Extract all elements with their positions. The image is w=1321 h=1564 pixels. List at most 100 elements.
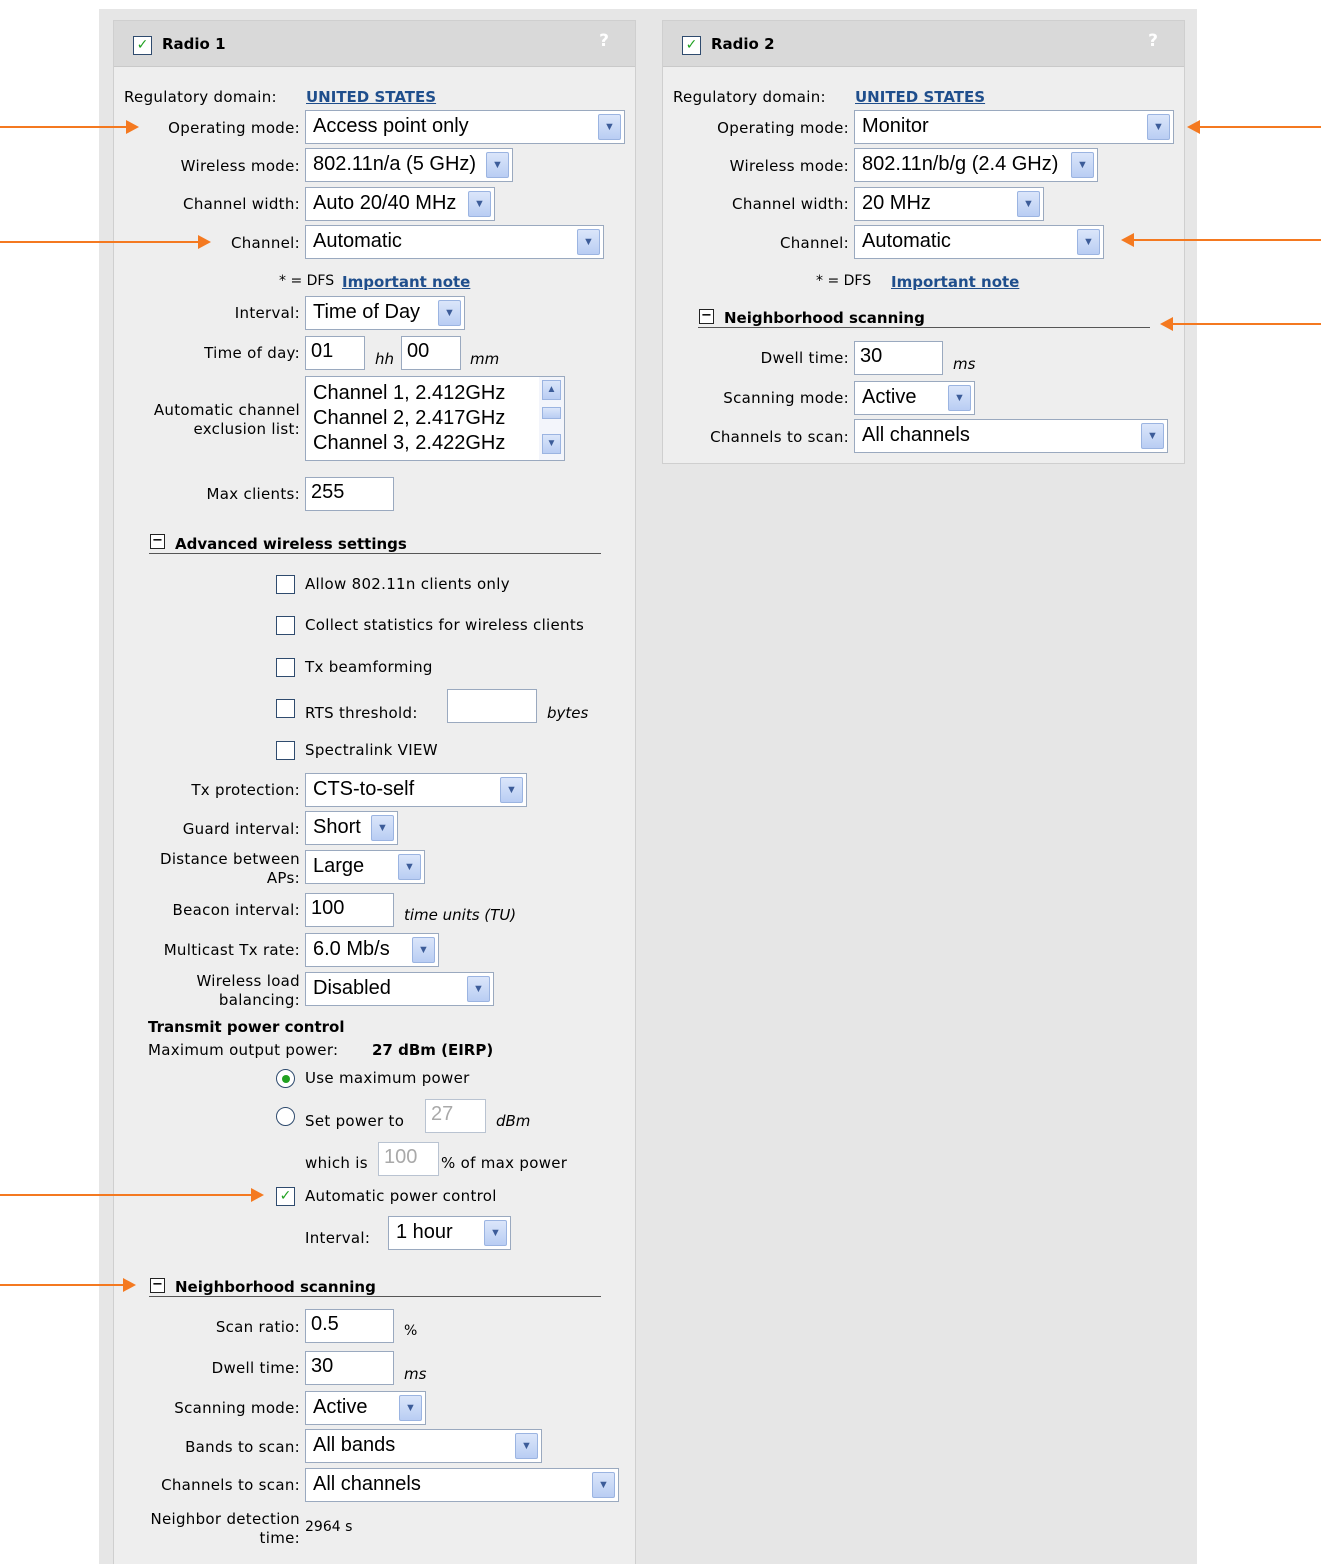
power-interval-select[interactable]: 1 hour ▼: [388, 1216, 511, 1250]
time-minute-input[interactable]: 00: [401, 336, 461, 370]
multicast-rate-select[interactable]: 6.0 Mb/s ▼: [305, 933, 439, 967]
interval-label: Interval:: [234, 304, 300, 322]
set-power-radio[interactable]: [276, 1107, 295, 1126]
channel-width-select[interactable]: 20 MHz ▼: [854, 187, 1044, 221]
guard-interval-select[interactable]: Short ▼: [305, 811, 398, 845]
scan-ratio-input[interactable]: 0.5: [305, 1309, 394, 1343]
annotation-arrowhead: [198, 235, 211, 249]
power-interval-label: Interval:: [305, 1229, 371, 1247]
chevron-down-icon: ▼: [412, 937, 435, 963]
wireless-mode-select[interactable]: 802.11n/a (5 GHz) ▼: [305, 148, 513, 182]
channel-select[interactable]: Automatic ▼: [305, 225, 604, 259]
rts-threshold-checkbox[interactable]: [276, 699, 295, 718]
scanning-mode-select[interactable]: Active ▼: [305, 1391, 426, 1425]
annotation-arrow: [1133, 239, 1321, 241]
scan-ratio-label: Scan ratio:: [215, 1318, 300, 1336]
beacon-interval-input[interactable]: 100: [305, 893, 394, 927]
max-clients-input[interactable]: 255: [305, 477, 394, 511]
list-item[interactable]: Channel 2, 2.417GHz: [313, 406, 505, 431]
channel-label: Channel:: [230, 234, 300, 252]
scroll-thumb[interactable]: [542, 407, 561, 419]
set-power-input[interactable]: 27: [425, 1099, 486, 1133]
dwell-time-input[interactable]: 30: [854, 341, 943, 375]
scroll-down-icon[interactable]: ▼: [542, 434, 561, 454]
channels-to-scan-select[interactable]: All channels ▼: [854, 419, 1168, 453]
neighborhood-scanning-header[interactable]: Neighborhood scanning: [724, 309, 925, 327]
dbm-unit: dBm: [496, 1112, 531, 1130]
chevron-down-icon: ▼: [468, 191, 491, 217]
allow-n-only-checkbox[interactable]: [276, 575, 295, 594]
collect-stats-label: Collect statistics for wireless clients: [305, 616, 585, 634]
channel-width-select[interactable]: Auto 20/40 MHz ▼: [305, 187, 495, 221]
dwell-time-label: Dwell time:: [211, 1359, 300, 1377]
scanning-mode-value: Active: [313, 1396, 368, 1418]
annotation-arrowhead: [126, 120, 139, 134]
rts-threshold-input[interactable]: [447, 689, 537, 723]
collapse-icon[interactable]: −: [150, 1278, 165, 1293]
operating-mode-value: Monitor: [862, 115, 929, 137]
chevron-down-icon: ▼: [1077, 229, 1100, 255]
use-max-power-radio[interactable]: [276, 1069, 295, 1088]
channel-label: Channel:: [779, 234, 849, 252]
collapse-icon[interactable]: −: [699, 309, 714, 324]
operating-mode-select[interactable]: Access point only ▼: [305, 110, 625, 144]
channels-to-scan-select[interactable]: All channels ▼: [305, 1468, 619, 1502]
collapse-icon[interactable]: −: [150, 534, 165, 549]
wireless-mode-value: 802.11n/b/g (2.4 GHz): [862, 153, 1059, 175]
radio2-panel: ✓ Radio 2 ? Regulatory domain: UNITED ST…: [662, 20, 1185, 464]
annotation-arrow: [0, 241, 199, 243]
chevron-down-icon: ▼: [398, 854, 421, 880]
chevron-down-icon: ▼: [438, 300, 461, 326]
list-item[interactable]: Channel 3, 2.422GHz: [313, 431, 505, 456]
radio2-enable-checkbox[interactable]: ✓: [682, 36, 701, 55]
interval-select[interactable]: Time of Day ▼: [305, 296, 465, 330]
auto-power-checkbox[interactable]: ✓: [276, 1187, 295, 1206]
max-output-value: 27 dBm (EIRP): [372, 1041, 494, 1059]
tx-beamforming-checkbox[interactable]: [276, 658, 295, 677]
mm-unit: mm: [470, 350, 500, 368]
channels-to-scan-value: All channels: [313, 1473, 421, 1495]
annotation-arrow: [0, 1194, 252, 1196]
multicast-rate-value: 6.0 Mb/s: [313, 938, 390, 960]
dwell-time-input[interactable]: 30: [305, 1351, 394, 1385]
time-hour-input[interactable]: 01: [305, 336, 365, 370]
collect-stats-checkbox[interactable]: [276, 616, 295, 635]
wireless-mode-select[interactable]: 802.11n/b/g (2.4 GHz) ▼: [854, 148, 1098, 182]
power-percent-input[interactable]: 100: [378, 1142, 439, 1176]
operating-mode-value: Access point only: [313, 115, 469, 137]
channel-value: Automatic: [313, 230, 402, 252]
channel-select[interactable]: Automatic ▼: [854, 225, 1104, 259]
dfs-important-note-link[interactable]: Important note: [891, 273, 1019, 291]
operating-mode-select[interactable]: Monitor ▼: [854, 110, 1174, 144]
rts-threshold-label: RTS threshold:: [305, 704, 418, 722]
neighborhood-scanning-header[interactable]: Neighborhood scanning: [175, 1278, 376, 1296]
bands-to-scan-select[interactable]: All bands ▼: [305, 1429, 542, 1463]
annotation-arrow: [0, 126, 127, 128]
listbox-scrollbar[interactable]: ▲ ▼: [539, 377, 564, 460]
interval-value: Time of Day: [313, 301, 421, 323]
power-interval-value: 1 hour: [396, 1221, 453, 1243]
tx-protection-select[interactable]: CTS-to-self ▼: [305, 773, 527, 807]
advanced-settings-header[interactable]: Advanced wireless settings: [175, 535, 407, 553]
scan-ratio-unit: %: [404, 1323, 418, 1339]
help-icon[interactable]: ?: [599, 31, 609, 51]
help-icon[interactable]: ?: [1148, 31, 1158, 51]
scroll-up-icon[interactable]: ▲: [542, 380, 561, 400]
channel-exclusion-listbox[interactable]: Channel 1, 2.412GHz Channel 2, 2.417GHz …: [305, 376, 565, 461]
distance-select[interactable]: Large ▼: [305, 850, 425, 884]
dwell-time-label: Dwell time:: [760, 349, 849, 367]
radio1-enable-checkbox[interactable]: ✓: [133, 36, 152, 55]
channel-width-value: Auto 20/40 MHz: [313, 192, 457, 214]
bands-to-scan-label: Bands to scan:: [185, 1438, 300, 1456]
regulatory-domain-link[interactable]: UNITED STATES: [306, 88, 436, 106]
channel-value: Automatic: [862, 230, 951, 252]
percent-of-max-label: % of max power: [441, 1154, 568, 1172]
scanning-mode-select[interactable]: Active ▼: [854, 381, 975, 415]
radio1-header: ✓ Radio 1 ?: [114, 21, 635, 67]
load-balancing-select[interactable]: Disabled ▼: [305, 972, 494, 1006]
dfs-important-note-link[interactable]: Important note: [342, 273, 470, 291]
spectralink-checkbox[interactable]: [276, 741, 295, 760]
list-item[interactable]: Channel 1, 2.412GHz: [313, 381, 505, 406]
channel-width-label: Channel width:: [183, 195, 300, 213]
regulatory-domain-link[interactable]: UNITED STATES: [855, 88, 985, 106]
